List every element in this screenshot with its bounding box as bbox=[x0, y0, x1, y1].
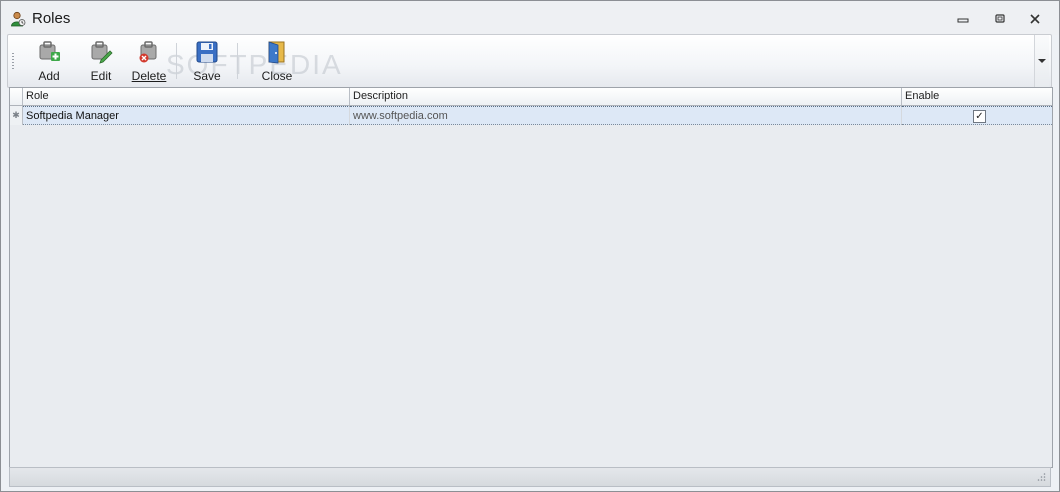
user-roles-icon bbox=[11, 11, 26, 27]
table-row[interactable]: ✱ Softpedia Manager www.softpedia.com ✓ bbox=[10, 106, 1052, 125]
add-label: Add bbox=[38, 69, 60, 83]
add-button[interactable]: Add bbox=[34, 39, 64, 83]
close-label: Close bbox=[261, 69, 293, 83]
edit-button[interactable]: Edit bbox=[87, 39, 115, 83]
toolbar-grip[interactable] bbox=[12, 53, 14, 69]
delete-label: Delete bbox=[131, 69, 167, 83]
close-icon bbox=[1030, 14, 1040, 24]
restore-button[interactable] bbox=[986, 9, 1014, 29]
close-toolbar-button[interactable]: Close bbox=[260, 39, 294, 83]
description-cell[interactable]: www.softpedia.com bbox=[350, 106, 902, 125]
restore-icon bbox=[995, 14, 1005, 23]
new-row-indicator: ✱ bbox=[10, 106, 23, 125]
toolbar: SOFTPEDIA Add Edit Delete Save Close bbox=[7, 34, 1052, 88]
minimize-icon bbox=[957, 18, 969, 23]
delete-role-icon bbox=[139, 41, 157, 63]
header-indicator-cell bbox=[10, 88, 23, 105]
add-role-icon bbox=[39, 41, 60, 61]
roles-window: Roles SOFTPEDIA Add Edit Delete Save Clo… bbox=[0, 0, 1060, 492]
exit-door-icon bbox=[268, 41, 285, 64]
minimize-button[interactable] bbox=[949, 9, 977, 29]
role-cell[interactable]: Softpedia Manager bbox=[23, 106, 350, 125]
edit-label: Edit bbox=[90, 69, 112, 83]
title-bar[interactable]: Roles bbox=[1, 1, 1059, 35]
enable-cell[interactable]: ✓ bbox=[902, 106, 1052, 125]
status-bar bbox=[9, 467, 1051, 487]
column-header-role[interactable]: Role bbox=[23, 88, 350, 105]
column-header-enable[interactable]: Enable bbox=[902, 88, 1052, 105]
toolbar-overflow-button[interactable] bbox=[1034, 35, 1049, 87]
toolbar-separator bbox=[176, 43, 177, 79]
column-header-description[interactable]: Description bbox=[350, 88, 902, 105]
save-icon bbox=[196, 41, 218, 63]
edit-role-icon bbox=[91, 41, 113, 64]
roles-grid[interactable]: Role Description Enable ✱ Softpedia Mana… bbox=[9, 87, 1053, 468]
enable-checkbox[interactable]: ✓ bbox=[973, 110, 986, 123]
save-button[interactable]: Save bbox=[192, 39, 222, 83]
resize-grip-icon[interactable] bbox=[1036, 472, 1046, 482]
window-title: Roles bbox=[32, 10, 71, 27]
grid-header: Role Description Enable bbox=[10, 88, 1052, 106]
chevron-down-icon bbox=[1038, 59, 1046, 63]
close-button[interactable] bbox=[1021, 9, 1049, 29]
toolbar-separator bbox=[237, 43, 238, 79]
delete-button[interactable]: Delete bbox=[131, 39, 167, 83]
save-label: Save bbox=[193, 69, 221, 83]
